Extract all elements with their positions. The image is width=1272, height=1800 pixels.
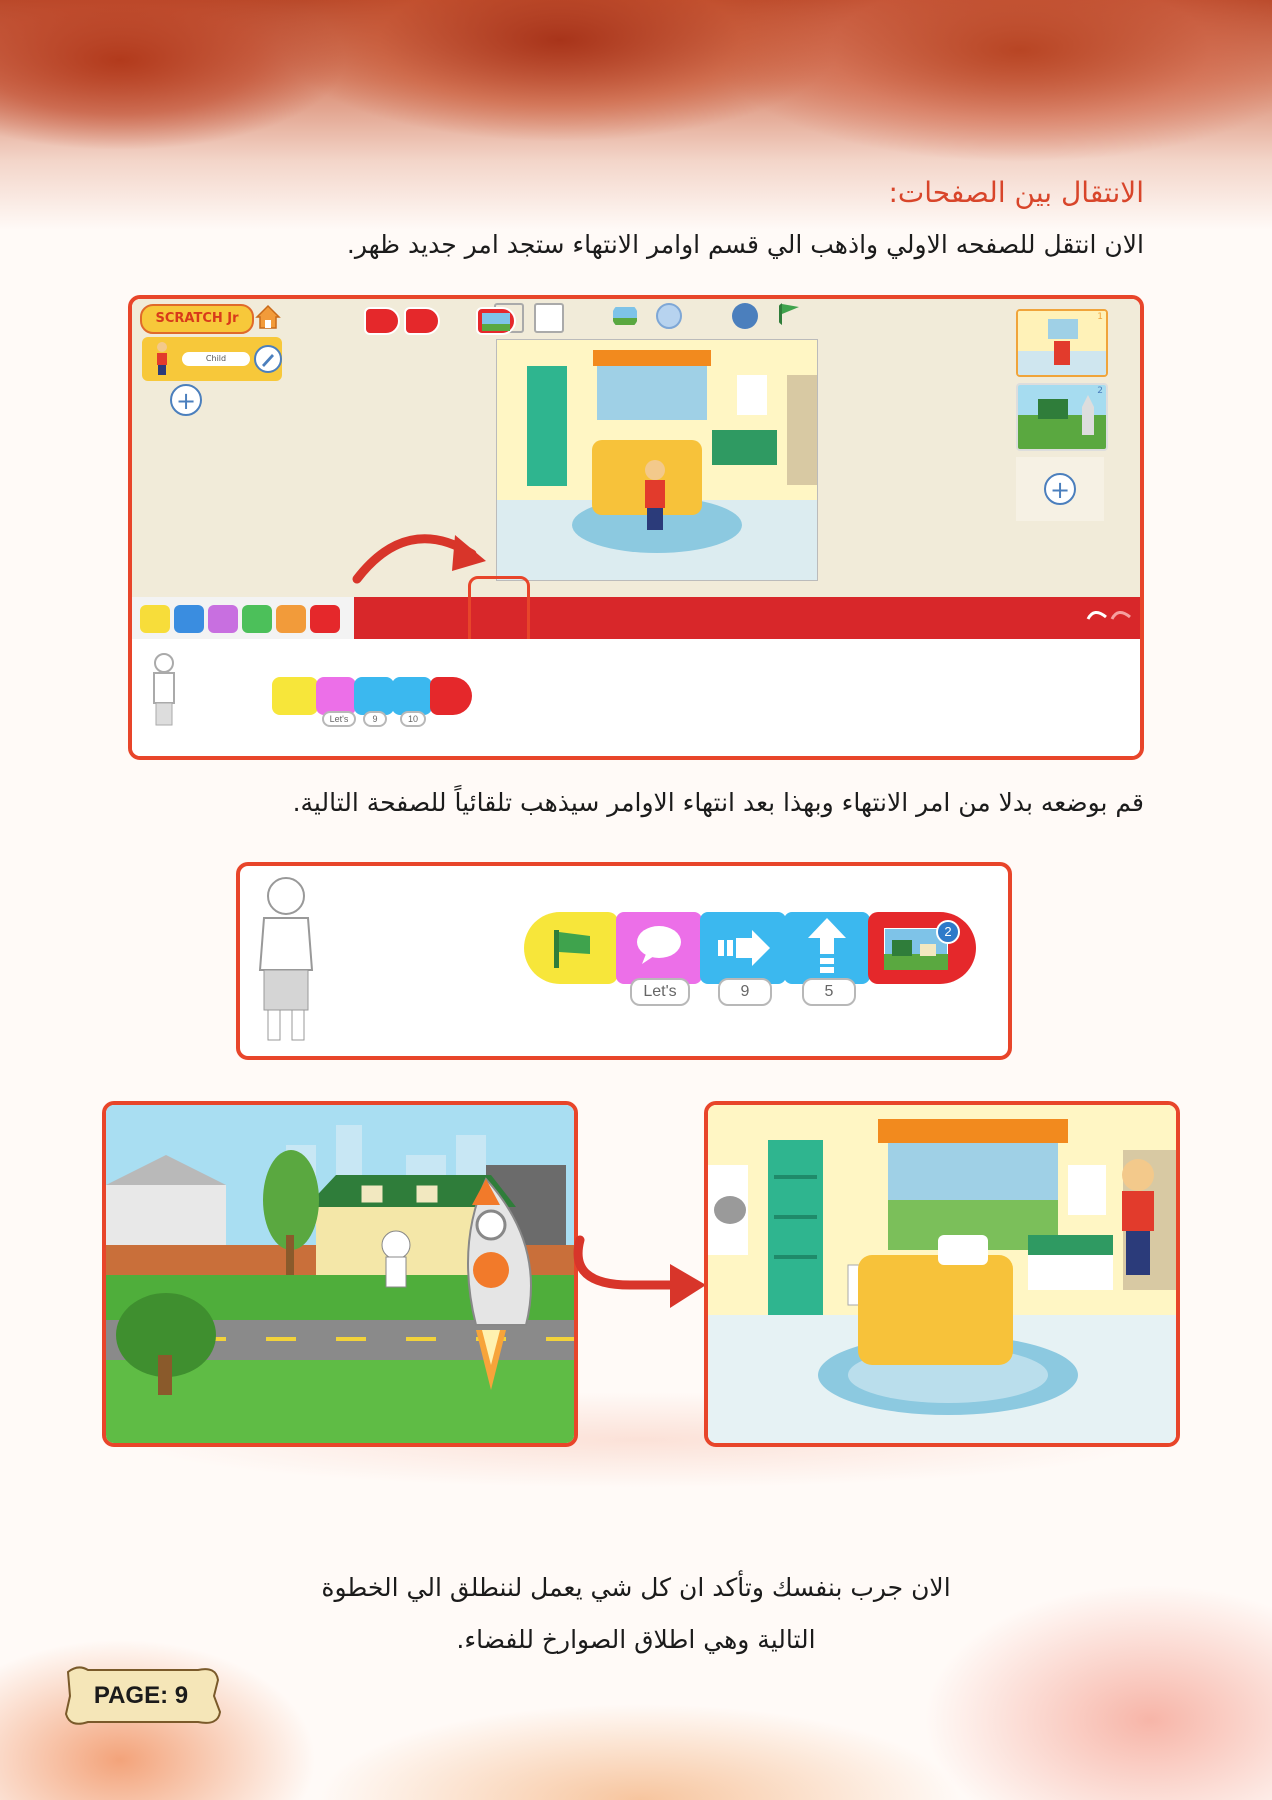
- script-area: Let's 9 10: [132, 639, 1140, 756]
- character-card[interactable]: Child: [142, 337, 282, 381]
- move-right-block[interactable]: [354, 677, 394, 715]
- move-up-count-large[interactable]: 5: [802, 978, 856, 1006]
- add-page-slot: +: [1016, 457, 1104, 521]
- child-thumbnail-icon: [157, 342, 167, 375]
- motion-category-icon[interactable]: [174, 605, 204, 633]
- paintbrush-icon[interactable]: [254, 345, 282, 373]
- page-number-2: 2: [1097, 386, 1103, 396]
- say-text-label-large[interactable]: Let's: [630, 978, 690, 1006]
- sound-category-icon[interactable]: [242, 605, 272, 633]
- child-outline-icon: [153, 653, 175, 726]
- looks-category-icon[interactable]: [208, 605, 238, 633]
- reset-icon[interactable]: [732, 303, 758, 329]
- say-block[interactable]: [316, 677, 356, 715]
- bedroom-scene: [704, 1101, 1180, 1447]
- character-name: Child: [182, 352, 250, 366]
- say-block-large[interactable]: [616, 912, 702, 984]
- go-to-page-block-large[interactable]: 2: [868, 912, 976, 984]
- undo-redo-icons[interactable]: [1084, 605, 1134, 631]
- move-up-block-large[interactable]: [784, 912, 870, 984]
- control-category-icon[interactable]: [276, 605, 306, 633]
- zoomed-script-screenshot: 2 Let's 9 5: [236, 862, 1012, 1060]
- home-icon[interactable]: [254, 303, 282, 331]
- scene-transition-arrow-icon: [573, 1235, 706, 1308]
- page-thumbnail-2[interactable]: 2: [1016, 383, 1108, 451]
- move-up-count[interactable]: 10: [400, 711, 426, 727]
- closing-line-2: التالية وهي اطلاق الصوارخ للفضاء.: [456, 1625, 816, 1654]
- closing-line-1: الان جرب بنفسك وتأكد ان كل شي يعمل لننطل…: [321, 1573, 951, 1602]
- go-to-page-block-icon[interactable]: [476, 307, 516, 335]
- child-outline-large-icon: [258, 877, 314, 1041]
- move-right-block-large[interactable]: [700, 912, 786, 984]
- section-title: الانتقال بين الصفحات:: [888, 176, 1144, 209]
- move-right-count[interactable]: 9: [363, 711, 387, 727]
- page-thumbnail-1[interactable]: 1: [1016, 309, 1108, 377]
- intro-paragraph: الان انتقل للصفحه الاولي واذهب الي قسم ا…: [346, 230, 1144, 259]
- say-text-label[interactable]: Let's: [322, 711, 356, 727]
- scratchjr-editor-screenshot: SCRATCH Jr Child + 1 2 + Let's 9 10: [128, 295, 1144, 760]
- grid-icon[interactable]: [534, 303, 564, 333]
- text-icon[interactable]: [656, 303, 682, 329]
- closing-paragraph: الان جرب بنفسك وتأكد ان كل شي يعمل لننطل…: [0, 1562, 1272, 1666]
- background-icon[interactable]: [612, 303, 638, 329]
- bedroom-illustration: [708, 1105, 1176, 1443]
- page-number-label: PAGE: 9: [93, 1682, 189, 1709]
- add-character-icon[interactable]: +: [170, 384, 202, 416]
- go-to-page-highlight: [468, 576, 530, 648]
- move-up-block[interactable]: [392, 677, 432, 715]
- green-flag-block[interactable]: [272, 677, 318, 715]
- add-page-icon[interactable]: +: [1044, 473, 1076, 505]
- neighborhood-scene: [102, 1101, 578, 1447]
- green-flag-block-large[interactable]: [524, 912, 618, 984]
- target-page-badge: 2: [936, 920, 960, 944]
- end-block-icon[interactable]: [364, 307, 400, 335]
- scratchjr-logo: SCRATCH Jr: [140, 304, 254, 334]
- stage-preview: [496, 339, 818, 581]
- end-block[interactable]: [430, 677, 472, 715]
- triggers-category-icon[interactable]: [140, 605, 170, 633]
- bedroom-scene-small: [497, 340, 817, 580]
- move-right-count-large[interactable]: 9: [718, 978, 772, 1006]
- instruction-paragraph: قم بوضعه بدلا من امر الانتهاء وبهذا بعد …: [292, 788, 1144, 817]
- rocket-neighborhood-illustration: [106, 1105, 574, 1443]
- category-palette: [132, 597, 354, 639]
- repeat-forever-block-icon[interactable]: [404, 307, 440, 335]
- page-number-1: 1: [1097, 312, 1103, 322]
- green-flag-icon[interactable]: [776, 301, 802, 327]
- end-category-icon[interactable]: [310, 605, 340, 633]
